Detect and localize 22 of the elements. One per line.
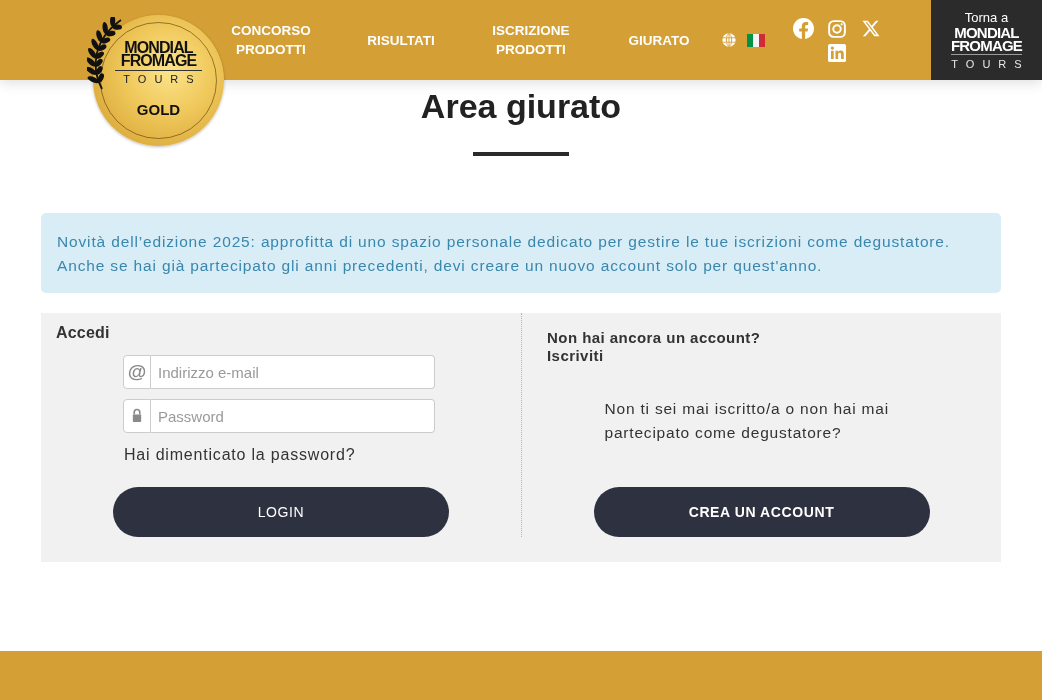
lock-icon (123, 399, 151, 433)
section-heading: Non hai ancora un account? (547, 329, 761, 347)
section-heading: Accedi (56, 323, 110, 343)
logo-medal[interactable]: MONDIAL FROMAGE TOURS GOLD (93, 15, 224, 146)
flag-icon[interactable] (747, 33, 765, 47)
section-heading: Iscriviti (547, 347, 604, 365)
info-alert: Novità dell’edizione 2025: approfitta di uno spazio personale dedicato per gestire le tue iscrizioni come degustatore. Anche se hai già partecipato gli anni precedenti, devi creare un nuovo account solo per quest'anno. (41, 213, 1001, 293)
instagram-icon[interactable] (828, 19, 846, 38)
login-button[interactable]: LOGIN (113, 487, 449, 537)
password-input[interactable]: Password (151, 399, 435, 433)
create-account-button[interactable]: CREA UN ACCOUNT (593, 487, 930, 537)
email-input[interactable]: Indirizzo e-mail (151, 355, 435, 389)
at-sign-icon: @ (123, 355, 151, 389)
linkedin-icon[interactable] (828, 44, 846, 62)
page-title: Area giurato (420, 86, 622, 127)
globe-icon[interactable] (722, 33, 736, 47)
forgot-password-link[interactable]: Hai dimenticato la password? (124, 445, 356, 465)
back-link[interactable]: Torna a MONDIAL FROMAGE TOURS (931, 0, 1042, 80)
x-logo-icon[interactable] (862, 20, 880, 37)
description-text: Non ti sei mai iscritto/a o non hai mai partecipato come degustatore? (604, 399, 890, 443)
facebook-icon[interactable] (792, 18, 814, 39)
laurel-icon (87, 17, 123, 92)
